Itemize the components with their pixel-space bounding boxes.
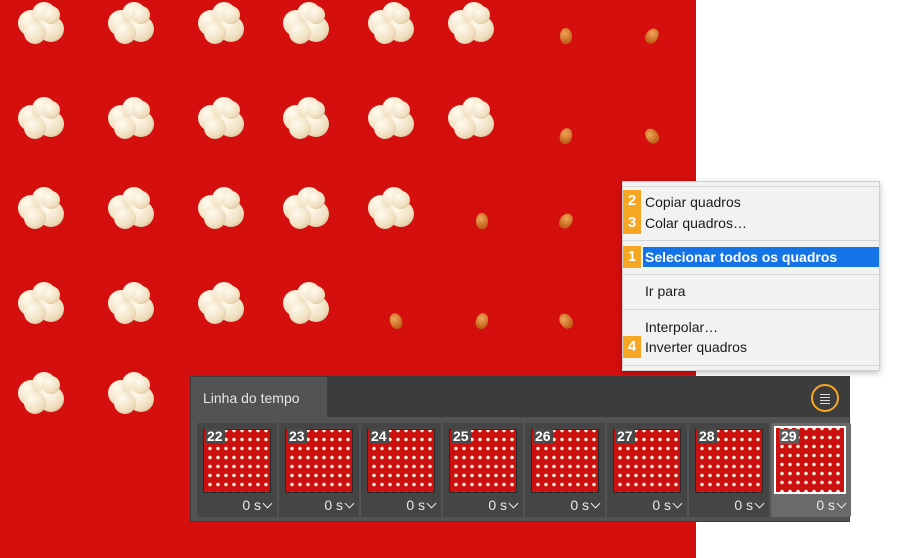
frame-26[interactable]: 26 0 s — [525, 423, 605, 517]
menu-item-select-all-frames[interactable]: Selecionar todos os quadros — [643, 247, 879, 267]
frame-delay-selector[interactable]: 0 s — [734, 497, 765, 513]
frame-24[interactable]: 24 0 s — [361, 423, 441, 517]
kernel-shape — [387, 311, 405, 331]
frame-23[interactable]: 23 0 s — [279, 423, 359, 517]
frame-delay-selector[interactable]: 0 s — [406, 497, 437, 513]
frame-number: 26 — [533, 428, 553, 444]
menu-item-reverse-frames[interactable]: Inverter quadros — [623, 337, 879, 357]
frame-delay-selector[interactable]: 0 s — [652, 497, 683, 513]
chevron-down-icon — [590, 498, 601, 509]
menu-separator — [623, 274, 879, 275]
kernel-shape — [475, 212, 489, 230]
menu-item-tween[interactable]: Interpolar… — [623, 317, 879, 337]
menu-item-paste-frames[interactable]: Colar quadros… — [623, 213, 879, 233]
kernel-shape — [642, 26, 662, 46]
frame-delay-selector[interactable]: 0 s — [570, 497, 601, 513]
step-badge-1: 1 — [623, 246, 641, 268]
frame-number: 27 — [615, 428, 635, 444]
menu-item-copy-frames[interactable]: Copiar quadros — [623, 192, 879, 212]
chevron-down-icon — [672, 498, 683, 509]
chevron-down-icon — [754, 498, 765, 509]
menu-separator — [623, 309, 879, 310]
panel-menu-icon[interactable] — [811, 384, 839, 412]
frame-delay-selector[interactable]: 0 s — [242, 497, 273, 513]
frame-number: 28 — [697, 428, 717, 444]
frame-27[interactable]: 27 0 s — [607, 423, 687, 517]
frame-delay-selector[interactable]: 0 s — [488, 497, 519, 513]
timeline-panel: Linha do tempo 22 0 s 23 0 s 24 0 s 25 0… — [190, 376, 851, 522]
timeline-header: Linha do tempo — [191, 377, 849, 417]
chevron-down-icon — [344, 498, 355, 509]
frame-delay-selector[interactable]: 0 s — [816, 497, 847, 513]
menu-item-go-to[interactable]: Ir para — [623, 281, 879, 301]
chevron-down-icon — [262, 498, 273, 509]
kernel-shape — [642, 126, 662, 146]
menu-separator — [623, 186, 879, 187]
kernel-shape — [473, 311, 491, 331]
kernel-shape — [558, 126, 574, 146]
frame-number: 22 — [205, 428, 225, 444]
menu-separator — [623, 240, 879, 241]
kernel-shape — [559, 27, 573, 45]
frame-22[interactable]: 22 0 s — [197, 423, 277, 517]
chevron-down-icon — [426, 498, 437, 509]
frame-number: 25 — [451, 428, 471, 444]
kernel-shape — [556, 311, 576, 331]
frame-number: 29 — [779, 428, 799, 444]
kernel-shape — [556, 211, 576, 231]
tab-timeline[interactable]: Linha do tempo — [191, 377, 327, 417]
frame-delay-selector[interactable]: 0 s — [324, 497, 355, 513]
frame-strip: 22 0 s 23 0 s 24 0 s 25 0 s 26 0 s 27 0 … — [197, 423, 851, 519]
frame-28[interactable]: 28 0 s — [689, 423, 769, 517]
frame-number: 23 — [287, 428, 307, 444]
frame-25[interactable]: 25 0 s — [443, 423, 523, 517]
timeline-context-menu: 2 Copiar quadros 3 Colar quadros… 1 Sele… — [622, 181, 880, 371]
chevron-down-icon — [836, 498, 847, 509]
menu-separator — [623, 365, 879, 366]
frame-number: 24 — [369, 428, 389, 444]
frame-29-selected[interactable]: 29 0 s — [771, 423, 851, 517]
chevron-down-icon — [508, 498, 519, 509]
